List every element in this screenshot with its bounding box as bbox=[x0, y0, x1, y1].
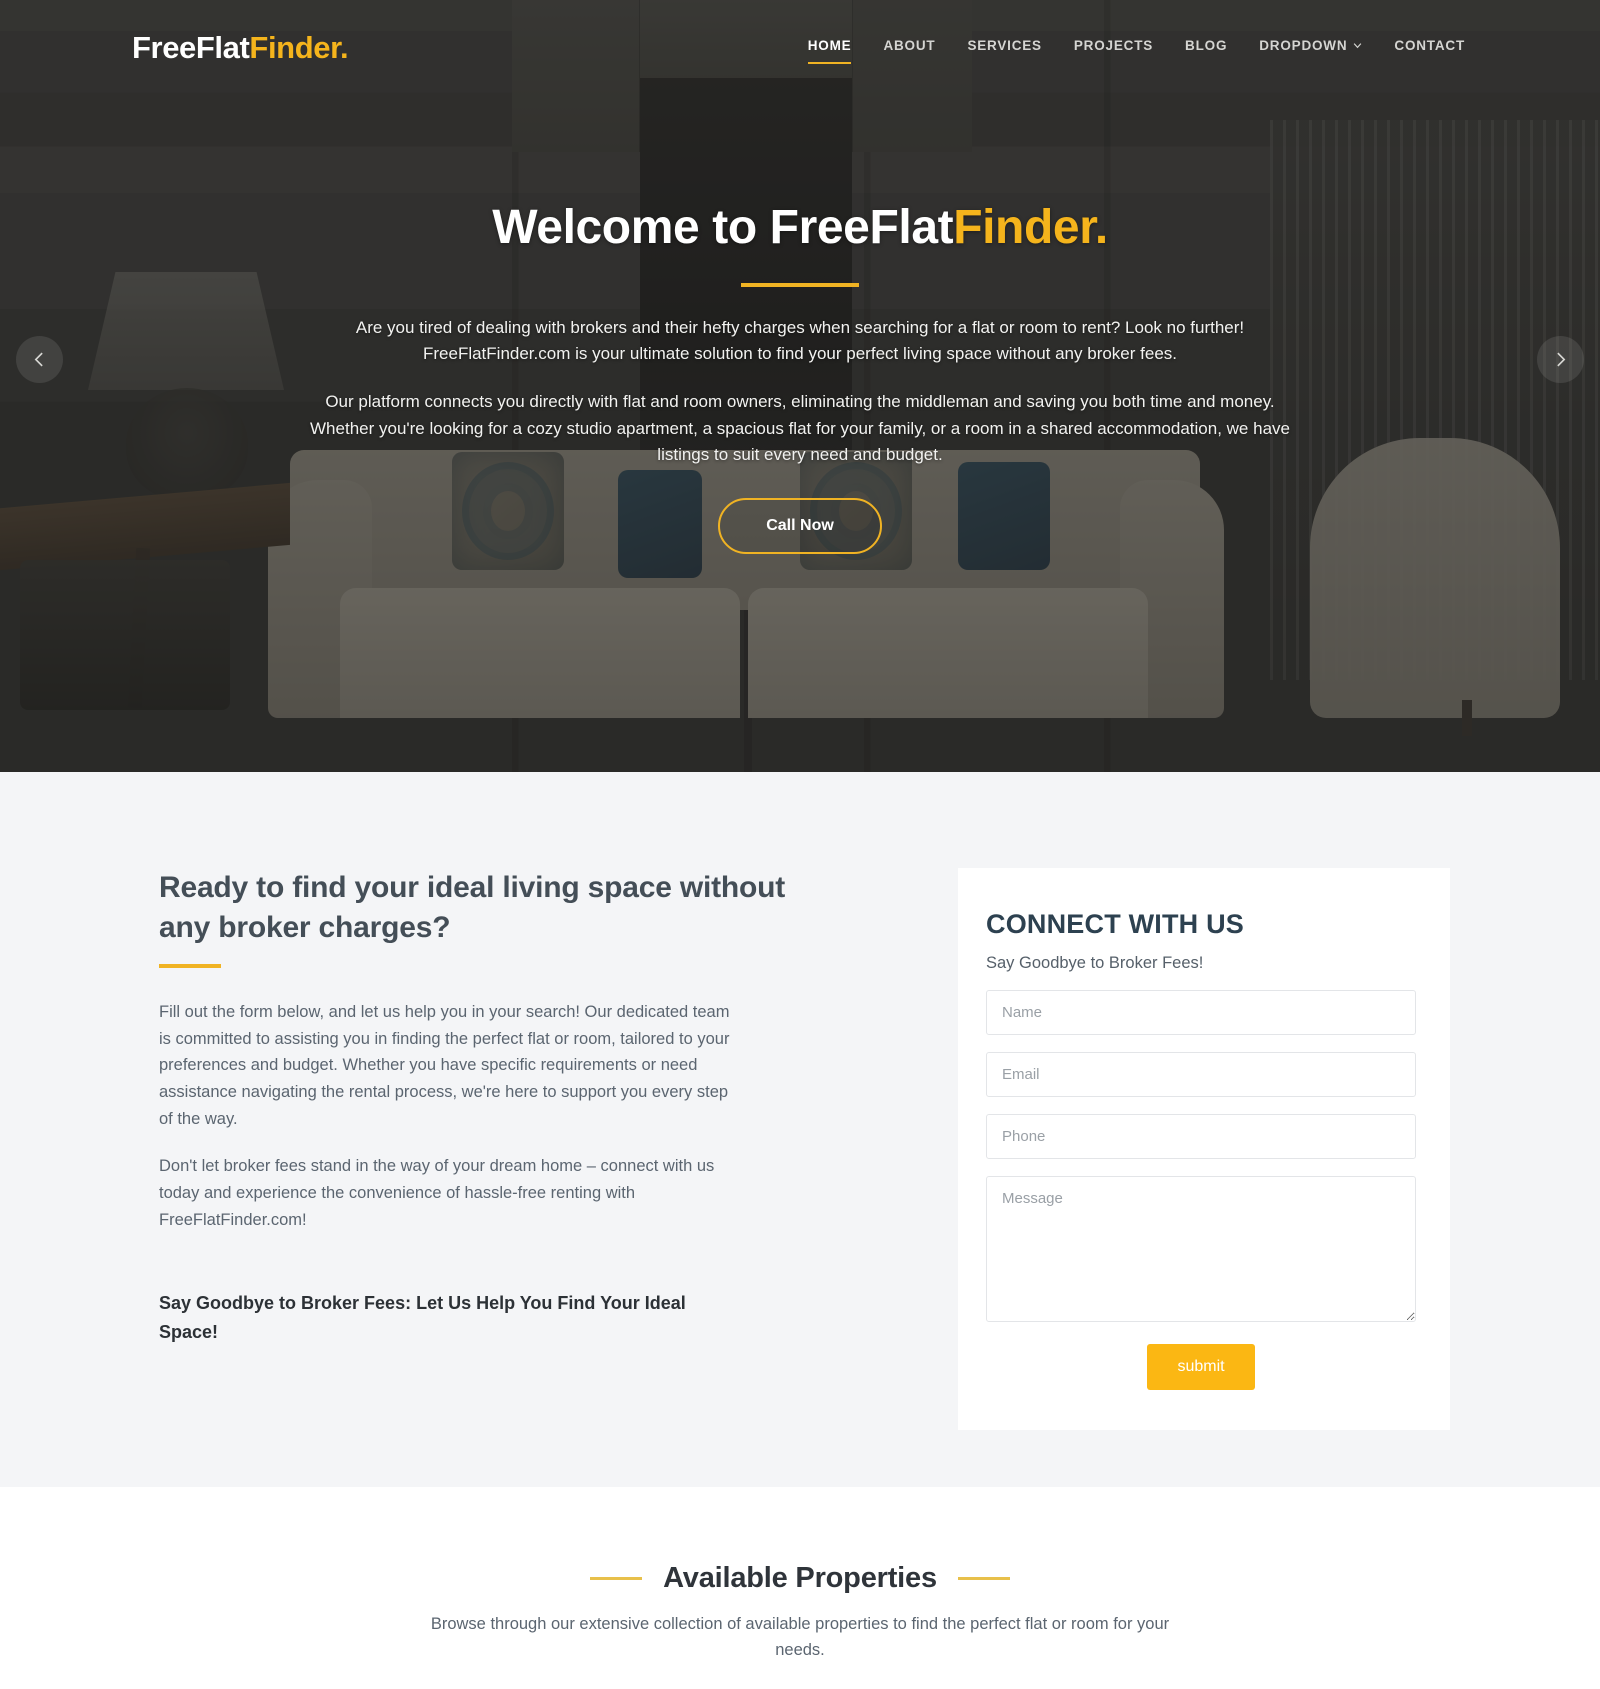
nav-item-about[interactable]: ABOUT bbox=[883, 32, 935, 59]
logo-text-accent: Finder. bbox=[249, 29, 349, 65]
properties-dash-right bbox=[957, 1577, 1010, 1580]
hero-section: FreeFlatFinder. HOME ABOUT SERVICES PROJ… bbox=[0, 0, 1600, 772]
connect-inner: Ready to find your ideal living space wi… bbox=[150, 868, 1450, 1430]
nav-links: HOME ABOUT SERVICES PROJECTS BLOG DROPDO… bbox=[807, 32, 1465, 64]
site-logo[interactable]: FreeFlatFinder. bbox=[132, 29, 349, 66]
contact-form-title: CONNECT WITH US bbox=[986, 909, 1244, 939]
main-navigation: FreeFlatFinder. HOME ABOUT SERVICES PROJ… bbox=[0, 0, 1600, 95]
properties-title: Available Properties bbox=[663, 1562, 937, 1594]
connect-text-column: Ready to find your ideal living space wi… bbox=[150, 868, 790, 1430]
nav-item-blog-label: BLOG bbox=[1185, 38, 1228, 53]
nav-item-blog[interactable]: BLOG bbox=[1185, 32, 1227, 59]
message-input[interactable] bbox=[986, 1176, 1416, 1322]
connect-paragraph-1: Fill out the form below, and let us help… bbox=[159, 1002, 730, 1128]
phone-input[interactable] bbox=[986, 1114, 1416, 1159]
submit-row: submit bbox=[986, 1344, 1416, 1390]
nav-item-contact-label: CONTACT bbox=[1394, 38, 1465, 53]
properties-heading-row: Available Properties bbox=[0, 1562, 1600, 1595]
hero-paragraph-1: Are you tired of dealing with brokers an… bbox=[355, 317, 1245, 363]
contact-form-card: CONNECT WITH US Say Goodbye to Broker Fe… bbox=[958, 868, 1450, 1430]
chevron-right-icon bbox=[1557, 352, 1566, 367]
nav-item-dropdown-label: DROPDOWN bbox=[1259, 38, 1348, 53]
nav-item-home[interactable]: HOME bbox=[807, 32, 852, 64]
connect-heading: Ready to find your ideal living space wi… bbox=[159, 871, 786, 944]
nav-item-services[interactable]: SERVICES bbox=[967, 32, 1041, 59]
nav-item-dropdown[interactable]: DROPDOWN bbox=[1259, 32, 1362, 59]
hero-title-plain: Welcome to FreeFlat bbox=[492, 201, 954, 254]
connect-section: Ready to find your ideal living space wi… bbox=[0, 772, 1600, 1487]
chevron-left-icon bbox=[34, 352, 43, 367]
nav-item-services-label: SERVICES bbox=[967, 38, 1042, 53]
submit-button[interactable]: submit bbox=[1147, 1344, 1255, 1390]
connect-highlight-text: Say Goodbye to Broker Fees: Let Us Help … bbox=[159, 1293, 686, 1343]
contact-form-subtitle: Say Goodbye to Broker Fees! bbox=[986, 954, 1204, 972]
connect-form-column: CONNECT WITH US Say Goodbye to Broker Fe… bbox=[790, 868, 1450, 1430]
properties-dash-left bbox=[590, 1577, 643, 1580]
properties-subtitle: Browse through our extensive collection … bbox=[430, 1615, 1170, 1659]
hero-title-accent: Finder. bbox=[953, 201, 1108, 254]
nav-item-about-label: ABOUT bbox=[883, 38, 936, 53]
email-input[interactable] bbox=[986, 1052, 1416, 1097]
name-input[interactable] bbox=[986, 990, 1416, 1035]
hero-title-underline bbox=[741, 282, 859, 287]
connect-paragraph-2: Don't let broker fees stand in the way o… bbox=[159, 1157, 715, 1229]
connect-heading-underline bbox=[159, 963, 221, 968]
nav-item-home-label: HOME bbox=[807, 38, 852, 53]
chevron-down-icon bbox=[1354, 43, 1362, 49]
nav-item-projects-label: PROJECTS bbox=[1073, 38, 1154, 53]
hero-paragraph-2: Our platform connects you directly with … bbox=[310, 392, 1290, 464]
hero-title: Welcome to FreeFlatFinder. bbox=[0, 200, 1600, 257]
logo-text-plain: FreeFlat bbox=[132, 29, 250, 65]
carousel-next-button[interactable] bbox=[1537, 336, 1584, 383]
call-now-button[interactable]: Call Now bbox=[718, 498, 882, 555]
nav-item-contact[interactable]: CONTACT bbox=[1394, 32, 1465, 59]
available-properties-section: Available Properties Browse through our … bbox=[0, 1487, 1600, 1689]
nav-item-projects[interactable]: PROJECTS bbox=[1074, 32, 1153, 59]
carousel-prev-button[interactable] bbox=[16, 336, 63, 383]
